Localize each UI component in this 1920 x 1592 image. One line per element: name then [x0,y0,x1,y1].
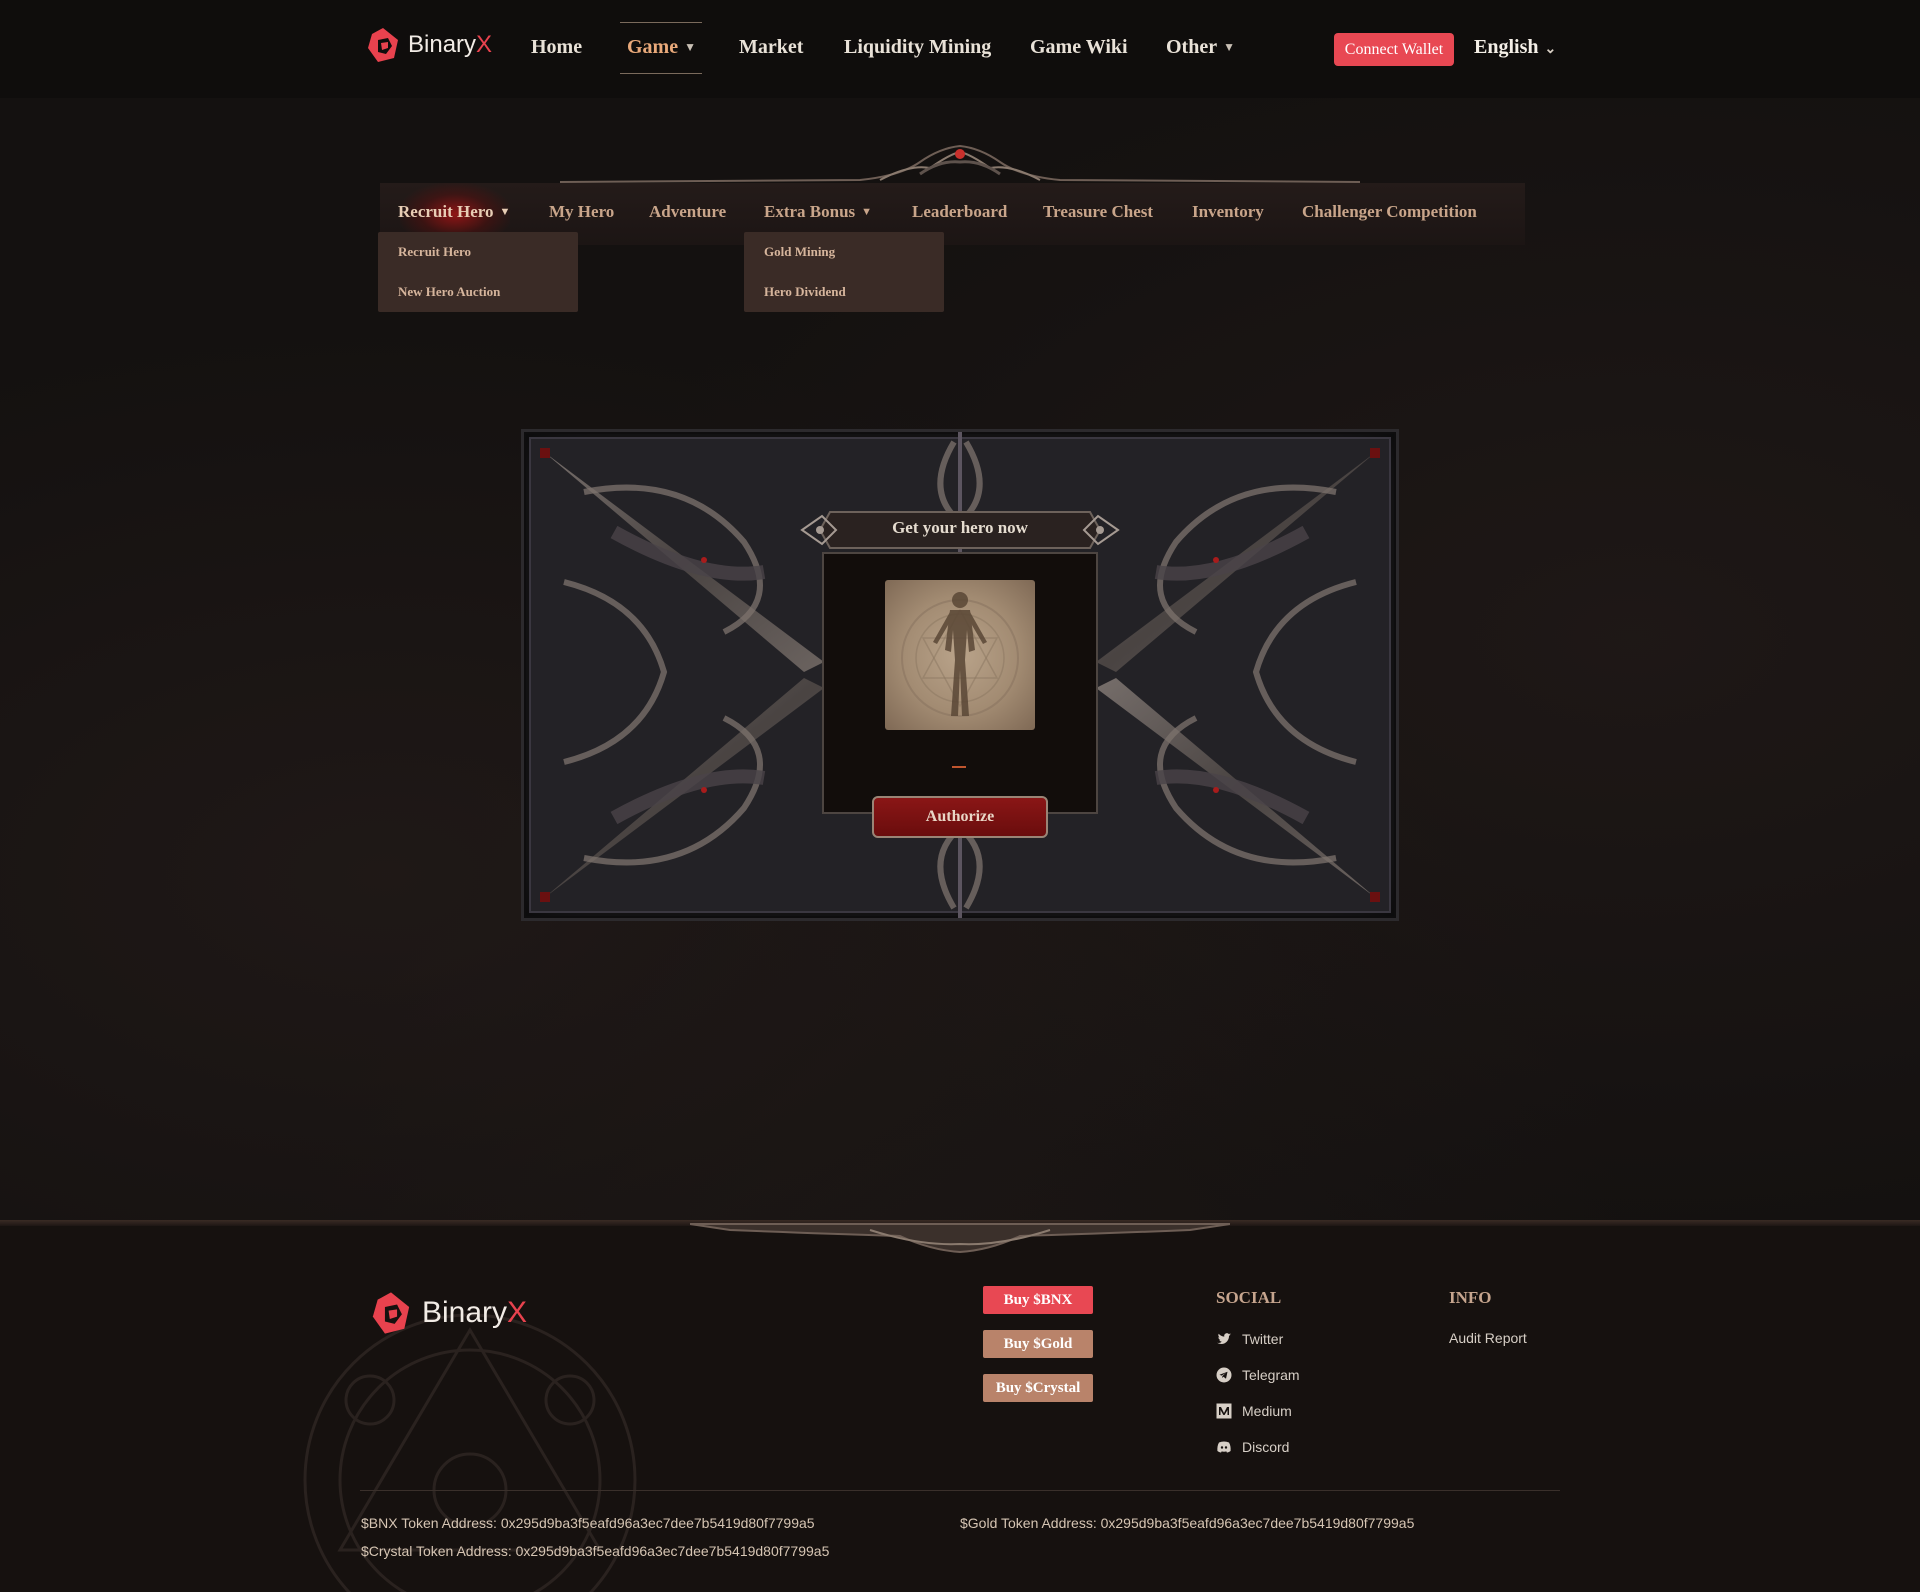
binaryx-logo-icon [368,28,398,62]
connect-wallet-button[interactable]: Connect Wallet [1334,33,1454,66]
chevron-down-icon: ⌄ [1544,42,1557,57]
nav-liquidity-mining[interactable]: Liquidity Mining [844,36,991,59]
subnav-adventure[interactable]: Adventure [649,202,726,222]
social-twitter-link[interactable]: Twitter [1216,1331,1283,1347]
subnav-leaderboard[interactable]: Leaderboard [912,202,1007,222]
audit-report-link[interactable]: Audit Report [1449,1330,1527,1346]
binaryx-logo-icon [372,1292,410,1334]
subnav-recruit-hero[interactable]: Recruit Hero ▼ [398,202,510,222]
value-dash [952,766,966,768]
dropdown-recruit-hero[interactable]: Recruit Hero [398,244,471,260]
dropdown-new-hero-auction[interactable]: New Hero Auction [398,284,500,300]
hero-silhouette-image [885,580,1035,730]
authorize-button[interactable]: Authorize [872,796,1048,838]
top-navbar: BinaryX Home Game ▼ Market Liquidity Mini… [0,0,1920,98]
extra-bonus-dropdown: Gold Mining Hero Dividend [744,232,944,312]
card-title: Get your hero now [892,518,1028,537]
social-telegram-link[interactable]: Telegram [1216,1367,1300,1383]
social-discord-link[interactable]: Discord [1216,1439,1289,1455]
gold-token-address: $Gold Token Address: 0x295d9ba3f5eafd96a… [960,1515,1415,1531]
dropdown-hero-dividend[interactable]: Hero Dividend [764,284,846,300]
subnav-inventory[interactable]: Inventory [1192,202,1264,222]
footer-divider [360,1490,1560,1491]
caret-down-icon: ▼ [499,206,511,218]
buy-bnx-button[interactable]: Buy $BNX [983,1286,1093,1314]
twitter-icon [1217,1333,1231,1345]
footer-brand-logo[interactable]: BinaryX [370,1290,527,1336]
discord-icon [1217,1441,1231,1453]
nav-home[interactable]: Home [531,36,582,59]
nav-other[interactable]: Other ▼ [1166,36,1235,59]
info-heading: INFO [1449,1288,1492,1307]
social-heading: SOCIAL [1216,1288,1282,1307]
crystal-token-address: $Crystal Token Address: 0x295d9ba3f5eafd… [361,1543,830,1559]
recruit-hero-dropdown: Recruit Hero New Hero Auction [378,232,578,312]
bnx-token-address: $BNX Token Address: 0x295d9ba3f5eafd96a3… [361,1515,815,1531]
footer-brand-name: BinaryX [422,1296,528,1329]
nav-game-wiki[interactable]: Game Wiki [1030,36,1128,59]
telegram-icon [1216,1367,1232,1383]
buy-gold-button[interactable]: Buy $Gold [983,1330,1093,1358]
caret-down-icon: ▼ [684,40,696,54]
nav-game[interactable]: Game ▼ [627,36,696,59]
nav-market[interactable]: Market [739,36,803,59]
medium-icon [1216,1403,1232,1419]
brand-name: BinaryX [408,31,493,58]
subnav-extra-bonus[interactable]: Extra Bonus ▼ [764,202,872,222]
subnav-treasure-chest[interactable]: Treasure Chest [1043,202,1153,222]
language-selector[interactable]: English ⌄ [1474,36,1556,59]
subnav-challenger-competition[interactable]: Challenger Competition [1302,202,1477,222]
caret-down-icon: ▼ [861,206,873,218]
brand-logo[interactable]: BinaryX [366,26,492,64]
footer [0,1222,1920,1592]
footer-ornament [690,1223,1230,1254]
caret-down-icon: ▼ [1223,40,1235,54]
subnav-my-hero[interactable]: My Hero [549,202,614,222]
social-medium-link[interactable]: Medium [1216,1403,1292,1419]
buy-crystal-button[interactable]: Buy $Crystal [983,1374,1093,1402]
dropdown-gold-mining[interactable]: Gold Mining [764,244,835,260]
